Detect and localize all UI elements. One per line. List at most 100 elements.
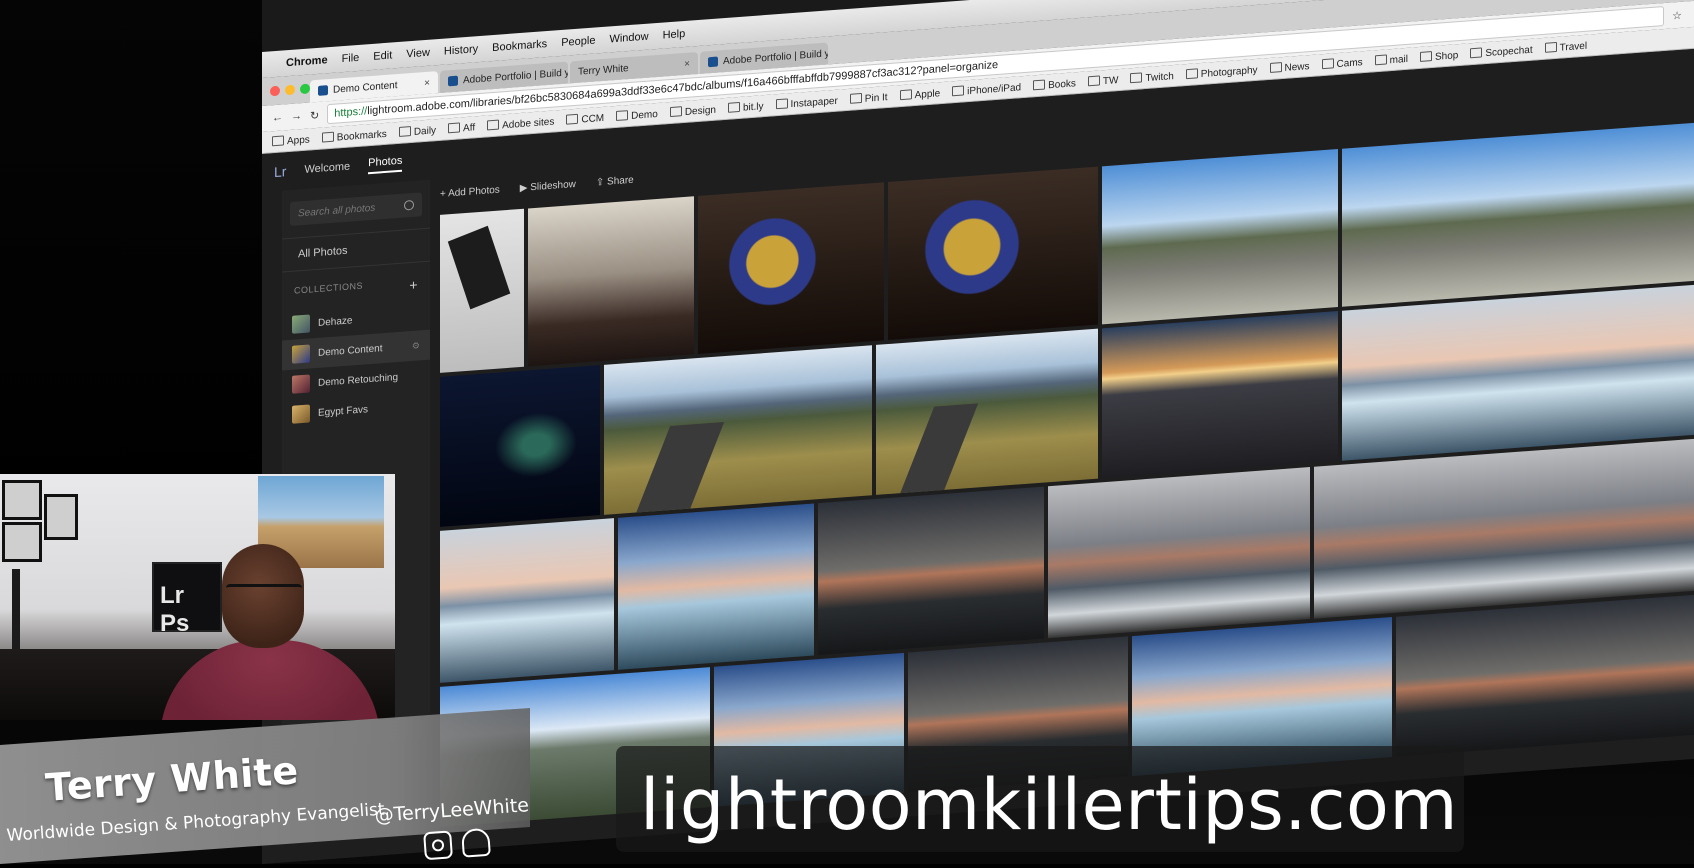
- collection-thumbnail: [292, 344, 310, 364]
- photo-thumbnail[interactable]: [528, 196, 694, 367]
- menu-help[interactable]: Help: [663, 28, 686, 42]
- bookmark-tw[interactable]: TW: [1087, 74, 1118, 88]
- bookmark-iphone-ipad[interactable]: iPhone/iPad: [952, 81, 1021, 98]
- bookmark-adobe-sites[interactable]: Adobe sites: [487, 115, 554, 132]
- collection-thumbnail: [292, 404, 310, 424]
- add-collection-icon[interactable]: +: [409, 277, 418, 294]
- bookmark-ccm[interactable]: CCM: [566, 111, 604, 126]
- folder-icon: [669, 105, 682, 117]
- folder-icon: [448, 121, 461, 133]
- forward-icon[interactable]: →: [291, 110, 302, 123]
- close-tab-icon[interactable]: ×: [684, 58, 690, 69]
- photo-thumbnail[interactable]: [440, 208, 524, 373]
- photo-thumbnail[interactable]: [1048, 467, 1310, 639]
- collection-label: Demo Retouching: [318, 371, 399, 389]
- site-url: lightroomkillertips.com: [640, 764, 1459, 846]
- photo-thumbnail[interactable]: [1102, 148, 1338, 325]
- nav-photos[interactable]: Photos: [368, 154, 403, 174]
- bookmark-scopechat[interactable]: Scopechat: [1470, 43, 1533, 60]
- menu-history[interactable]: History: [444, 43, 478, 58]
- collection-thumbnail: [292, 314, 310, 334]
- bookmark-daily[interactable]: Daily: [398, 124, 436, 139]
- page-icon: [727, 101, 740, 113]
- slideshow-button[interactable]: ▶ Slideshow: [520, 179, 576, 194]
- bookmark-design[interactable]: Design: [669, 103, 716, 118]
- presenter-glasses: [226, 584, 302, 601]
- reload-icon[interactable]: ↻: [310, 108, 319, 122]
- adobe-icon: [566, 113, 579, 125]
- photo-thumbnail[interactable]: [440, 365, 600, 527]
- menu-file[interactable]: File: [342, 52, 360, 65]
- portfolio-favicon-icon: [448, 75, 458, 87]
- menu-people[interactable]: People: [561, 35, 595, 50]
- photo-thumbnail[interactable]: [818, 486, 1044, 656]
- search-placeholder: Search all photos: [298, 202, 376, 219]
- menu-bookmarks[interactable]: Bookmarks: [492, 38, 547, 54]
- folder-icon: [1185, 67, 1198, 79]
- share-button[interactable]: ⇪ Share: [596, 175, 634, 189]
- folder-icon: [952, 84, 965, 96]
- photo-thumbnail[interactable]: [1102, 310, 1338, 479]
- folder-icon: [1420, 50, 1432, 62]
- bookmark-pin-it[interactable]: Pin It: [849, 91, 888, 106]
- menu-view[interactable]: View: [406, 47, 430, 61]
- bookmark-demo[interactable]: Demo: [616, 107, 658, 122]
- menu-edit[interactable]: Edit: [373, 49, 392, 62]
- search-input[interactable]: Search all photos: [290, 192, 422, 226]
- menu-chrome[interactable]: Chrome: [286, 54, 328, 69]
- bookmark-photography[interactable]: Photography: [1185, 63, 1258, 80]
- desk-monitor: Lr Ps: [152, 562, 222, 637]
- bookmark-news[interactable]: News: [1269, 60, 1310, 75]
- folder-icon: [1544, 41, 1557, 53]
- nav-welcome[interactable]: Welcome: [304, 161, 350, 176]
- bookmark-cams[interactable]: Cams: [1321, 56, 1363, 71]
- search-icon[interactable]: [404, 199, 414, 211]
- zoom-window-icon[interactable]: [300, 83, 310, 95]
- close-window-icon[interactable]: [270, 85, 280, 97]
- bookmark-books[interactable]: Books: [1033, 77, 1076, 92]
- wall-frame: [2, 522, 42, 562]
- social-icons: [423, 827, 491, 861]
- photo-thumbnail[interactable]: [888, 166, 1098, 341]
- photo-thumbnail[interactable]: [1396, 594, 1694, 757]
- bookmark-bookmarks[interactable]: Bookmarks: [321, 127, 387, 144]
- add-photos-button[interactable]: + Add Photos: [440, 185, 500, 200]
- back-icon[interactable]: ←: [272, 111, 283, 124]
- photo-thumbnail[interactable]: [440, 518, 614, 683]
- wall-frame: [44, 494, 78, 540]
- photo-thumbnail[interactable]: [698, 182, 884, 354]
- page-icon: [775, 97, 788, 109]
- bookmark-apple[interactable]: Apple: [899, 87, 940, 102]
- folder-icon: [1269, 61, 1282, 73]
- photo-thumbnail[interactable]: [1342, 122, 1694, 307]
- bookmark-star-icon[interactable]: ☆: [1672, 8, 1682, 22]
- bookmark-apps[interactable]: Apps: [272, 133, 310, 148]
- menu-window[interactable]: Window: [609, 31, 648, 46]
- add-photos-label: Add Photos: [448, 184, 500, 200]
- close-tab-icon[interactable]: ×: [424, 77, 430, 88]
- folder-icon: [616, 109, 629, 121]
- photo-thumbnail[interactable]: [604, 345, 872, 515]
- bookmark-bitly[interactable]: bit.ly: [727, 100, 764, 115]
- photo-thumbnail[interactable]: [618, 503, 814, 670]
- bookmark-shop[interactable]: Shop: [1420, 49, 1458, 64]
- photo-thumbnail[interactable]: [876, 328, 1098, 495]
- lightroom-favicon-icon: [318, 85, 328, 96]
- bookmark-instapaper[interactable]: Instapaper: [775, 94, 838, 111]
- photo-thumbnail[interactable]: [1342, 284, 1694, 461]
- lightroom-logo[interactable]: Lr: [274, 163, 286, 180]
- snapchat-icon: [461, 827, 491, 858]
- collection-label: Dehaze: [318, 314, 353, 329]
- collections-label: COLLECTIONS: [294, 280, 364, 296]
- bookmark-twitch[interactable]: Twitch: [1130, 70, 1174, 85]
- collection-thumbnail: [292, 374, 310, 394]
- photo-thumbnail[interactable]: [1314, 438, 1694, 619]
- apps-icon: [272, 134, 284, 146]
- bookmark-mail[interactable]: mail: [1374, 52, 1408, 66]
- minimize-window-icon[interactable]: [285, 84, 295, 96]
- gear-icon[interactable]: ⚙: [412, 340, 420, 352]
- bookmark-aff[interactable]: Aff: [448, 121, 475, 135]
- monitor-logos: Lr Ps: [160, 582, 190, 637]
- bookmark-travel[interactable]: Travel: [1544, 39, 1587, 54]
- desk-lamp: [12, 569, 20, 659]
